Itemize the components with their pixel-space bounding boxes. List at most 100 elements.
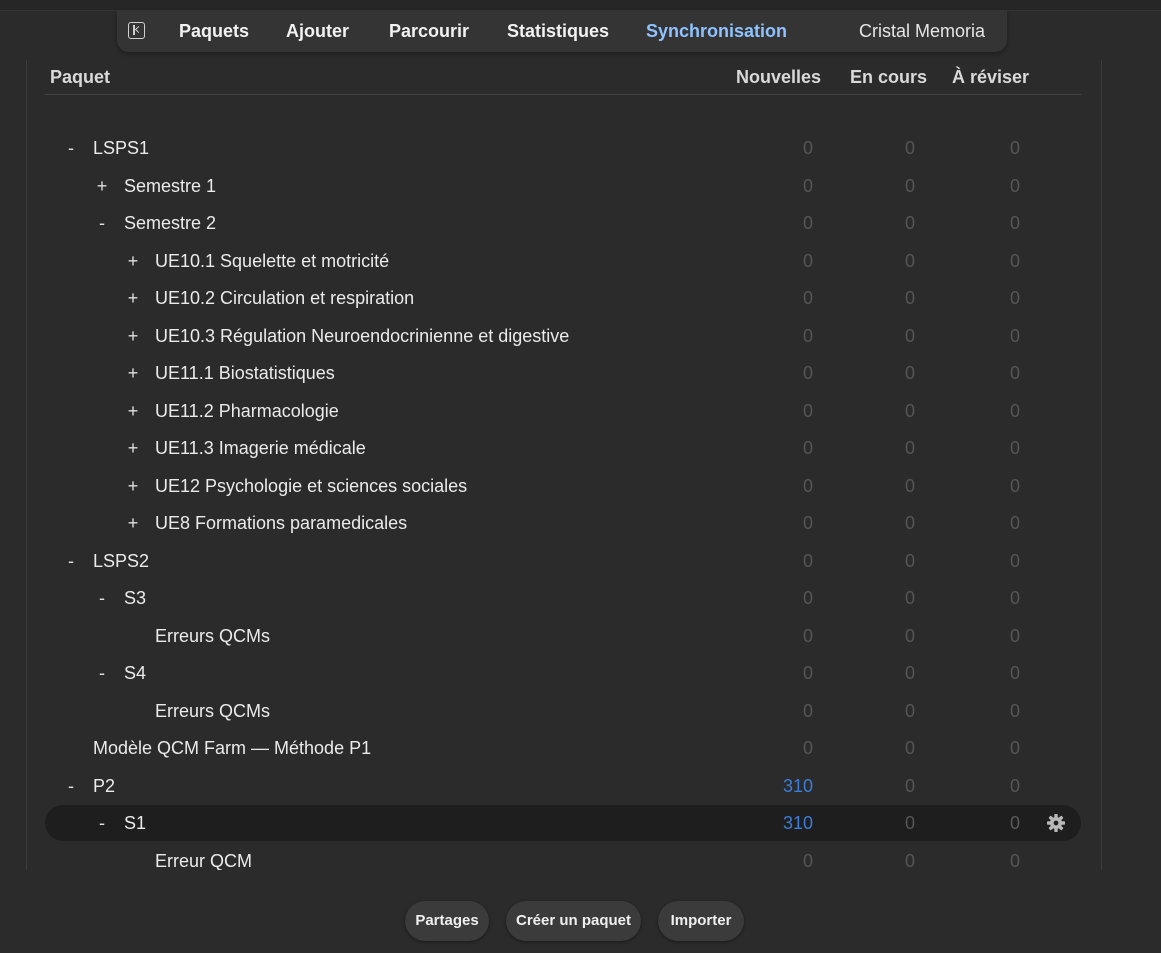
count-due: 0 xyxy=(1009,213,1020,233)
deck-row[interactable]: Modèle QCM Farm — Méthode P1 0 0 0 xyxy=(45,730,1081,766)
expand-toggle[interactable]: + xyxy=(124,325,142,347)
deck-row[interactable]: - LSPS1 0 0 0 xyxy=(45,130,1081,166)
deck-name[interactable]: + UE8 Formations paramedicales xyxy=(124,512,407,534)
deck-row[interactable]: + UE10.2 Circulation et respiration 0 0 0 xyxy=(45,280,1081,316)
deck-label[interactable]: Erreurs QCMs xyxy=(155,626,270,646)
deck-row[interactable]: + UE11.2 Pharmacologie 0 0 0 xyxy=(45,393,1081,429)
count-new: 0 xyxy=(802,625,813,646)
deck-name[interactable]: + UE11.2 Pharmacologie xyxy=(124,400,339,422)
deck-row[interactable]: + UE8 Formations paramedicales 0 0 0 xyxy=(45,505,1081,541)
deck-row[interactable]: Erreurs QCMs 0 0 0 xyxy=(45,618,1081,654)
deck-label[interactable]: UE10.3 Régulation Neuroendocrinienne et … xyxy=(155,326,569,346)
deck-row[interactable]: + UE10.1 Squelette et motricité 0 0 0 xyxy=(45,243,1081,279)
deck-label[interactable]: LSPS1 xyxy=(93,138,149,158)
deck-name[interactable]: + UE10.1 Squelette et motricité xyxy=(124,250,389,272)
deck-name[interactable]: + UE11.1 Biostatistiques xyxy=(124,362,335,384)
count-new: 0 xyxy=(802,250,813,271)
deck-row[interactable]: + UE11.3 Imagerie médicale 0 0 0 xyxy=(45,430,1081,466)
count-learn: 0 xyxy=(904,625,915,646)
deck-label[interactable]: UE11.2 Pharmacologie xyxy=(155,401,339,421)
count-new: 0 xyxy=(802,325,813,346)
deck-row[interactable]: + UE10.3 Régulation Neuroendocrinienne et… xyxy=(45,318,1081,354)
deck-label[interactable]: UE8 Formations paramedicales xyxy=(155,513,407,533)
deck-name[interactable]: + UE10.3 Régulation Neuroendocrinienne et… xyxy=(124,325,570,347)
deck-row[interactable]: - S1 310 0 0 xyxy=(45,805,1081,841)
deck-label[interactable]: Semestre 1 xyxy=(124,176,216,196)
nav-stats[interactable]: Statistiques xyxy=(507,20,609,42)
deck-label[interactable]: UE10.1 Squelette et motricité xyxy=(155,251,389,271)
nav-browse[interactable]: Parcourir xyxy=(389,20,469,42)
count-due: 0 xyxy=(1009,513,1020,533)
deck-label[interactable]: UE11.3 Imagerie médicale xyxy=(155,438,366,458)
count-new: 0 xyxy=(802,550,813,571)
deck-name[interactable]: - Semestre 2 xyxy=(93,212,216,234)
deck-name[interactable]: Modèle QCM Farm — Méthode P1 xyxy=(93,737,371,759)
deck-row[interactable]: - Semestre 2 0 0 0 xyxy=(45,205,1081,241)
collapse-toggle[interactable]: - xyxy=(93,212,111,234)
gear-icon[interactable] xyxy=(1046,813,1066,833)
expand-toggle[interactable]: + xyxy=(124,437,142,459)
sidebar-toggle-icon[interactable] xyxy=(128,22,145,39)
deck-row[interactable]: - P2 310 0 0 xyxy=(45,768,1081,804)
collapse-toggle[interactable]: - xyxy=(93,812,111,834)
deck-row[interactable]: + Semestre 1 0 0 0 xyxy=(45,168,1081,204)
deck-name[interactable]: - S4 xyxy=(93,662,146,684)
count-learn: 0 xyxy=(904,138,915,158)
profile-name[interactable]: Cristal Memoria xyxy=(859,20,985,42)
nav-add[interactable]: Ajouter xyxy=(286,20,349,42)
deck-label[interactable]: Semestre 2 xyxy=(124,213,216,233)
deck-row[interactable]: + UE11.1 Biostatistiques 0 0 0 xyxy=(45,355,1081,391)
deck-label[interactable]: S4 xyxy=(124,663,146,683)
collapse-toggle[interactable]: - xyxy=(93,587,111,609)
deck-name[interactable]: + UE11.3 Imagerie médicale xyxy=(124,437,366,459)
deck-list-panel: Paquet Nouvelles En cours À réviser - LSP… xyxy=(26,60,1102,870)
expand-toggle[interactable]: + xyxy=(93,175,111,197)
expand-toggle[interactable]: + xyxy=(124,287,142,309)
expand-toggle[interactable]: + xyxy=(124,400,142,422)
deck-name[interactable]: Erreurs QCMs xyxy=(155,700,270,722)
collapse-toggle[interactable]: - xyxy=(62,137,80,159)
deck-label[interactable]: LSPS2 xyxy=(93,551,149,571)
import-button[interactable]: Importer xyxy=(658,901,744,941)
deck-name[interactable]: + UE12 Psychologie et sciences sociales xyxy=(124,475,467,497)
deck-row[interactable]: - LSPS2 0 0 0 xyxy=(45,543,1081,579)
deck-row[interactable]: - S4 0 0 0 xyxy=(45,655,1081,691)
deck-row[interactable]: Erreurs QCMs 0 0 0 xyxy=(45,693,1081,729)
deck-name[interactable]: - S1 xyxy=(93,812,146,834)
deck-label[interactable]: S3 xyxy=(124,588,146,608)
collapse-toggle[interactable]: - xyxy=(62,775,80,797)
count-due: 0 xyxy=(1009,475,1020,496)
deck-label[interactable]: Erreur QCM xyxy=(155,851,252,871)
create-deck-button[interactable]: Créer un paquet xyxy=(506,901,641,941)
deck-name[interactable]: Erreur QCM xyxy=(155,850,252,871)
deck-label[interactable]: P2 xyxy=(93,776,115,796)
expand-toggle[interactable]: + xyxy=(124,475,142,497)
deck-name[interactable]: + UE10.2 Circulation et respiration xyxy=(124,287,414,309)
deck-name[interactable]: - P2 xyxy=(62,775,115,797)
shared-decks-button[interactable]: Partages xyxy=(405,901,489,941)
collapse-toggle[interactable]: - xyxy=(93,662,111,684)
count-new: 0 xyxy=(802,663,813,683)
deck-name[interactable]: - LSPS1 xyxy=(62,137,149,159)
nav-sync[interactable]: Synchronisation xyxy=(646,20,787,42)
deck-row[interactable]: Erreur QCM 0 0 0 xyxy=(45,843,1081,871)
collapse-toggle[interactable]: - xyxy=(62,550,80,572)
deck-row[interactable]: - S3 0 0 0 xyxy=(45,580,1081,616)
deck-name[interactable]: - S3 xyxy=(93,587,146,609)
nav-decks[interactable]: Paquets xyxy=(179,20,249,42)
deck-label[interactable]: UE11.1 Biostatistiques xyxy=(155,363,335,383)
deck-name[interactable]: + Semestre 1 xyxy=(93,175,216,197)
deck-label[interactable]: UE10.2 Circulation et respiration xyxy=(155,288,414,308)
deck-row[interactable]: + UE12 Psychologie et sciences sociales 0 0… xyxy=(45,468,1081,504)
expand-toggle[interactable]: + xyxy=(124,512,142,534)
deck-name[interactable]: - LSPS2 xyxy=(62,550,149,572)
count-due: 0 xyxy=(1009,138,1020,158)
deck-label[interactable]: S1 xyxy=(124,813,146,833)
count-learn: 0 xyxy=(904,438,915,458)
deck-name[interactable]: Erreurs QCMs xyxy=(155,625,270,647)
deck-label[interactable]: Erreurs QCMs xyxy=(155,701,270,721)
deck-label[interactable]: UE12 Psychologie et sciences sociales xyxy=(155,476,467,496)
expand-toggle[interactable]: + xyxy=(124,362,142,384)
deck-label[interactable]: Modèle QCM Farm — Méthode P1 xyxy=(93,738,371,758)
expand-toggle[interactable]: + xyxy=(124,250,142,272)
